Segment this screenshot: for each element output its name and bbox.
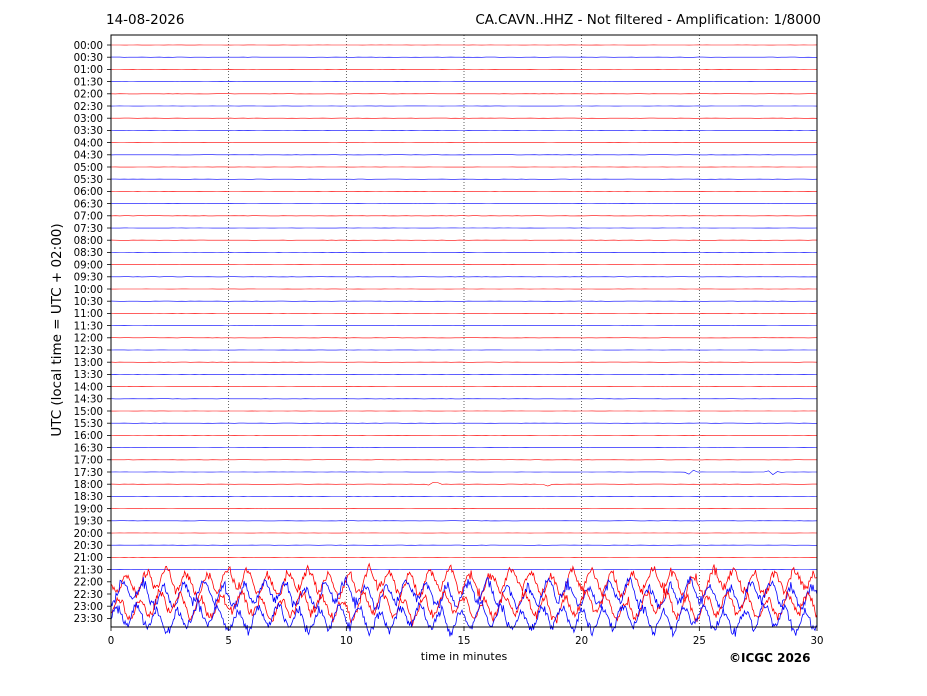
y-tick-label: 10:00 — [74, 285, 103, 296]
y-tick-label: 18:00 — [74, 480, 103, 491]
y-tick-label: 21:30 — [74, 565, 103, 576]
y-tick-label: 12:00 — [74, 334, 103, 345]
y-tick-label: 15:00 — [74, 407, 103, 418]
y-tick-label: 04:00 — [74, 138, 103, 149]
seismogram-chart: 14-08-2026 CA.CAVN..HHZ - Not filtered -… — [0, 0, 927, 696]
y-tick-label: 06:30 — [74, 199, 103, 210]
y-tick-label: 00:00 — [74, 41, 103, 52]
y-tick-label: 03:00 — [74, 114, 103, 125]
y-tick-label: 23:30 — [74, 614, 103, 625]
y-tick-label: 07:00 — [74, 212, 103, 223]
y-tick-label: 09:00 — [74, 260, 103, 271]
y-tick-label: 16:00 — [74, 431, 103, 442]
x-tick-label: 25 — [693, 636, 706, 647]
y-tick-label: 14:30 — [74, 395, 103, 406]
y-tick-label: 05:00 — [74, 163, 103, 174]
y-tick-label: 15:30 — [74, 419, 103, 430]
y-tick-label: 01:30 — [74, 77, 103, 88]
y-tick-label: 13:30 — [74, 370, 103, 381]
y-tick-label: 16:30 — [74, 443, 103, 454]
x-tick-label: 10 — [340, 636, 353, 647]
x-tick-label: 0 — [108, 636, 114, 647]
x-tick-label: 15 — [458, 636, 471, 647]
y-tick-label: 01:00 — [74, 65, 103, 76]
y-tick-label: 07:30 — [74, 224, 103, 235]
plot-area: 00:0000:3001:0001:30 02:0002:3003:0003:30… — [74, 34, 824, 647]
y-tick-label: 17:30 — [74, 468, 103, 479]
y-tick-label: 12:30 — [74, 346, 103, 357]
y-tick-label: 19:30 — [74, 517, 103, 528]
x-tick-label: 20 — [575, 636, 588, 647]
x-tick-label: 30 — [811, 636, 824, 647]
y-tick-label: 05:30 — [74, 175, 103, 186]
y-tick-label: 09:30 — [74, 273, 103, 284]
y-tick-label: 10:30 — [74, 297, 103, 308]
axis-layer: 00:0000:3001:0001:30 02:0002:3003:0003:30… — [74, 34, 824, 647]
y-tick-label: 19:00 — [74, 504, 103, 515]
trace-layer — [110, 44, 818, 638]
y-tick-label: 04:30 — [74, 151, 103, 162]
y-tick-label: 21:00 — [74, 553, 103, 564]
y-tick-label: 06:00 — [74, 187, 103, 198]
y-tick-label: 23:00 — [74, 602, 103, 613]
y-tick-label: 02:00 — [74, 90, 103, 101]
y-tick-label: 08:30 — [74, 248, 103, 259]
y-tick-label: 22:00 — [74, 578, 103, 589]
y-tick-label: 11:30 — [74, 321, 103, 332]
y-tick-label: 14:00 — [74, 382, 103, 393]
plot-frame — [110, 34, 818, 628]
x-tick-label: 5 — [225, 636, 231, 647]
y-tick-label: 13:00 — [74, 358, 103, 369]
y-tick-label: 03:30 — [74, 126, 103, 137]
y-tick-label: 02:30 — [74, 102, 103, 113]
y-tick-label: 20:00 — [74, 529, 103, 540]
y-tick-label: 18:30 — [74, 492, 103, 503]
y-tick-label: 17:00 — [74, 456, 103, 467]
y-tick-label: 11:00 — [74, 309, 103, 320]
y-tick-label: 20:30 — [74, 541, 103, 552]
y-tick-label: 22:30 — [74, 590, 103, 601]
y-tick-label: 00:30 — [74, 53, 103, 64]
y-tick-label: 08:00 — [74, 236, 103, 247]
grid-layer — [228, 35, 700, 627]
